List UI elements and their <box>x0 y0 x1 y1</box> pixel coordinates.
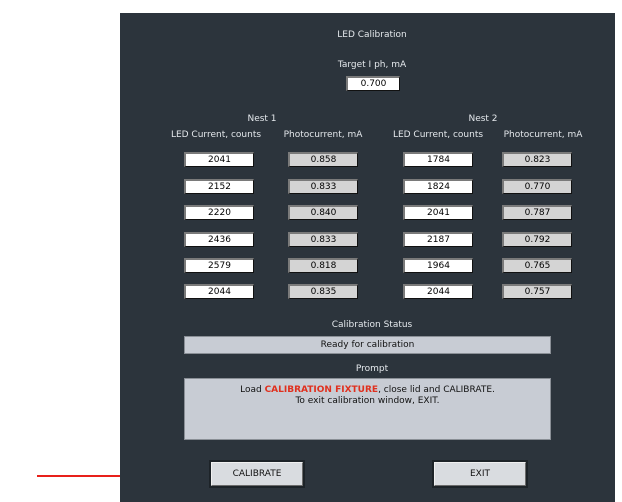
nest2-photo-field-4: 0.792 <box>502 232 572 247</box>
nest2-led-field-1[interactable]: 1784 <box>403 152 473 167</box>
nest1-photo-field-5: 0.818 <box>288 258 358 273</box>
target-input[interactable]: 0.700 <box>346 76 400 91</box>
nest2-led-field-2[interactable]: 1824 <box>403 179 473 194</box>
nest2-photo-field-6: 0.757 <box>502 284 572 299</box>
nest2-led-field-3[interactable]: 2041 <box>403 205 473 220</box>
calibration-panel: LED Calibration Target I ph, mA 0.700 Ne… <box>120 13 615 502</box>
prompt-line-1-pre: Load <box>240 385 265 395</box>
prompt-line-2: To exit calibration window, EXIT. <box>295 396 440 406</box>
window-title: LED Calibration <box>337 30 407 40</box>
nest2-photo-header: Photocurrent, mA <box>503 130 583 140</box>
nest2-title: Nest 2 <box>468 114 498 124</box>
nest2-photo-field-3: 0.787 <box>502 205 572 220</box>
nest2-led-header: LED Current, counts <box>392 130 484 140</box>
nest1-led-field-6[interactable]: 2044 <box>184 284 254 299</box>
nest1-photo-field-1: 0.858 <box>288 152 358 167</box>
nest1-title: Nest 1 <box>247 114 277 124</box>
nest2-led-field-4[interactable]: 2187 <box>403 232 473 247</box>
prompt-display: Load CALIBRATION FIXTURE, close lid and … <box>184 378 551 440</box>
prompt-label: Prompt <box>355 364 389 374</box>
status-display: Ready for calibration <box>184 336 551 354</box>
nest2-led-field-5[interactable]: 1964 <box>403 258 473 273</box>
exit-button[interactable]: EXIT <box>434 462 526 486</box>
nest2-led-field-6[interactable]: 2044 <box>403 284 473 299</box>
nest1-photo-header: Photocurrent, mA <box>283 130 363 140</box>
nest1-led-header: LED Current, counts <box>170 130 262 140</box>
calibrate-button[interactable]: CALIBRATE <box>211 462 303 486</box>
nest1-photo-field-3: 0.840 <box>288 205 358 220</box>
nest1-led-field-4[interactable]: 2436 <box>184 232 254 247</box>
nest1-photo-field-6: 0.835 <box>288 284 358 299</box>
nest2-photo-field-1: 0.823 <box>502 152 572 167</box>
nest1-led-field-5[interactable]: 2579 <box>184 258 254 273</box>
prompt-line-1: Load CALIBRATION FIXTURE, close lid and … <box>185 385 550 396</box>
prompt-highlight: CALIBRATION FIXTURE <box>264 385 379 395</box>
status-label: Calibration Status <box>331 320 413 330</box>
nest2-photo-field-2: 0.770 <box>502 179 572 194</box>
nest1-led-field-1[interactable]: 2041 <box>184 152 254 167</box>
nest1-led-field-3[interactable]: 2220 <box>184 205 254 220</box>
prompt-line-1-post: , close lid and CALIBRATE. <box>378 385 495 395</box>
nest1-photo-field-4: 0.833 <box>288 232 358 247</box>
target-label: Target I ph, mA <box>337 60 407 70</box>
nest1-photo-field-2: 0.833 <box>288 179 358 194</box>
nest2-photo-field-5: 0.765 <box>502 258 572 273</box>
nest1-led-field-2[interactable]: 2152 <box>184 179 254 194</box>
